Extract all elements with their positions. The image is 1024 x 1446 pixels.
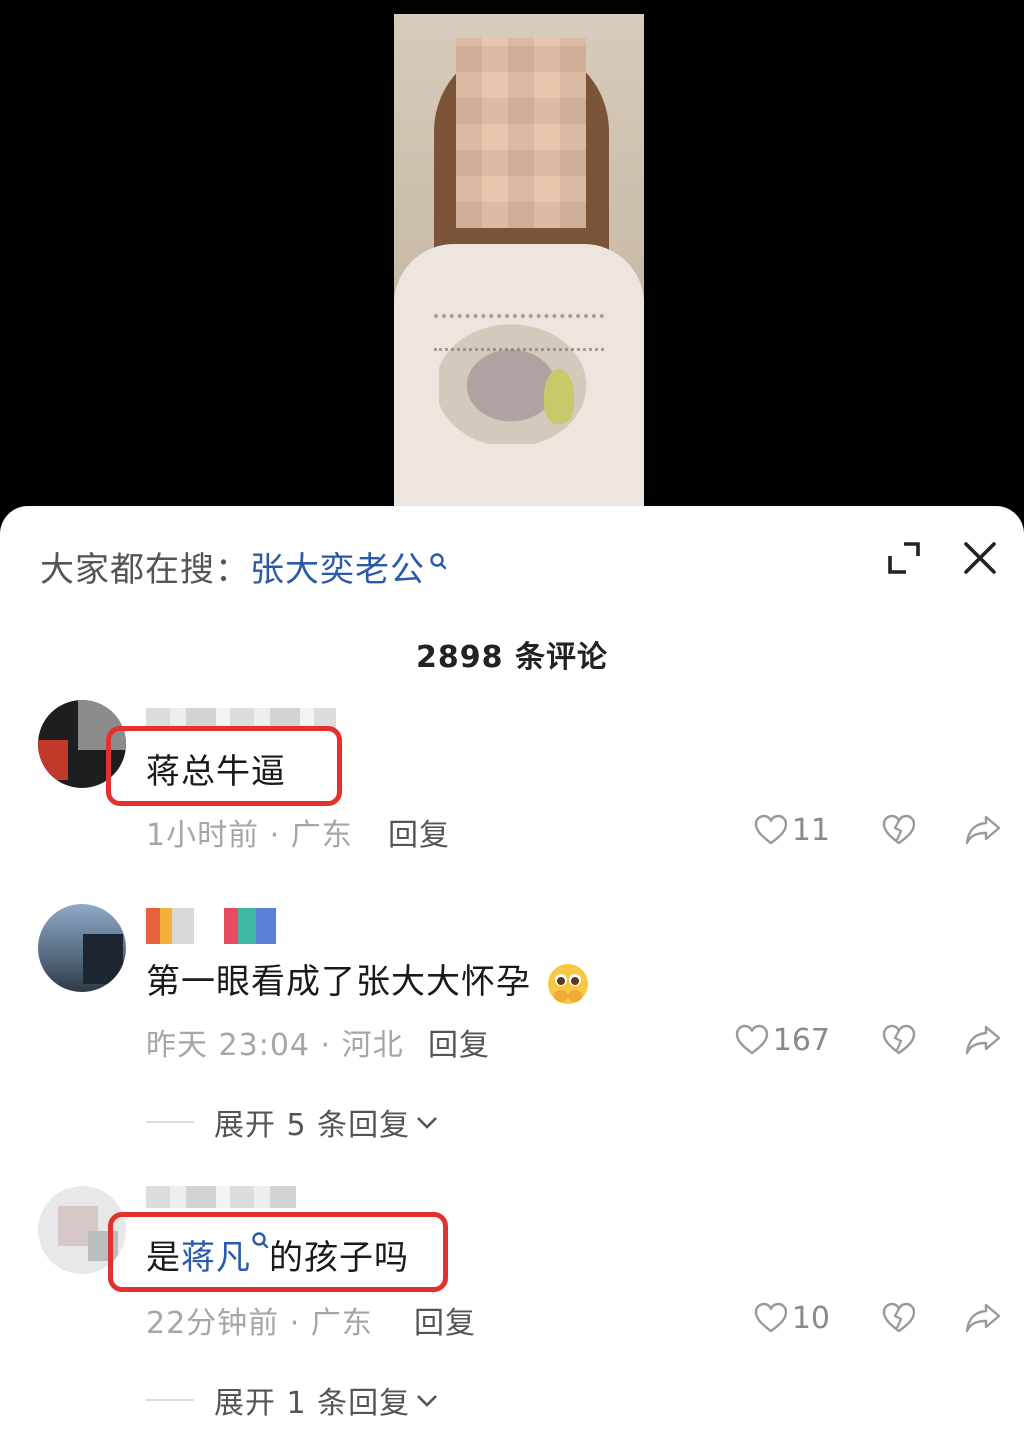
heart-outline-icon: [735, 1024, 768, 1055]
trending-search-label: 大家都在搜：: [40, 549, 250, 590]
username-blurred[interactable]: [146, 1186, 296, 1208]
divider: [146, 1399, 194, 1401]
expand-icon[interactable]: [882, 536, 926, 580]
trending-search-bar[interactable]: 大家都在搜： 张大奕老公: [40, 542, 447, 590]
broken-heart-icon[interactable]: [882, 1302, 916, 1334]
video-frame[interactable]: [394, 14, 644, 509]
comment-count: 2898 条评论: [416, 640, 608, 675]
expand-replies-button[interactable]: 展开 5 条回复: [146, 1102, 440, 1143]
comment-time-location: 1小时前 · 广东: [146, 818, 353, 853]
search-link[interactable]: 蒋凡: [181, 1238, 251, 1278]
comment-time-location: 22分钟前 · 广东: [146, 1306, 373, 1341]
search-icon: [429, 551, 447, 581]
comment-item: 第一眼看成了张大大怀孕 昨天 23:04 · 河北 回复 167 展开 5 条回…: [0, 904, 1024, 1154]
trending-search-term[interactable]: 张大奕老公: [250, 542, 425, 591]
comment-text-prefix: 是: [146, 1238, 181, 1278]
pleading-face-emoji-icon: [547, 963, 588, 1004]
comment-actions: 11: [754, 810, 1002, 850]
like-count: 11: [791, 812, 830, 848]
comment-sheet: 大家都在搜： 张大奕老公 2898 条评论 蒋总牛逼 1小时前 · 广东 回复: [0, 506, 1024, 1446]
comment-text-content: 第一眼看成了张大大怀孕: [146, 962, 531, 1002]
reply-button[interactable]: 回复: [388, 810, 450, 854]
comment-text: 是蒋凡 的孩子吗: [146, 1230, 409, 1279]
video-shirt-lettering: [434, 314, 604, 351]
reply-button[interactable]: 回复: [414, 1298, 476, 1342]
comment-text: 第一眼看成了张大大怀孕: [146, 954, 591, 1007]
comment-text: 蒋总牛逼: [146, 752, 286, 792]
comment-time-location: 昨天 23:04 · 河北: [146, 1028, 404, 1063]
divider: [146, 1121, 194, 1123]
like-count: 10: [791, 1300, 830, 1336]
video-shirt-bird: [544, 369, 574, 424]
comment-item: 蒋总牛逼 1小时前 · 广东 回复 11: [0, 696, 1024, 896]
chevron-down-icon: [417, 1395, 438, 1407]
comment-actions: 167: [735, 1020, 1002, 1060]
broken-heart-icon[interactable]: [882, 814, 916, 846]
expand-replies-button[interactable]: 展开 1 条回复: [146, 1380, 440, 1421]
comment-text-suffix: 的孩子吗: [269, 1238, 409, 1278]
share-arrow-icon[interactable]: [964, 814, 1002, 846]
heart-outline-icon: [754, 814, 788, 845]
username-blurred[interactable]: [146, 908, 276, 944]
comment-actions: 10: [754, 1298, 1002, 1338]
share-arrow-icon[interactable]: [964, 1302, 1002, 1334]
avatar[interactable]: [38, 904, 126, 992]
expand-replies-label: 展开 1 条回复: [214, 1386, 411, 1421]
like-button[interactable]: 167: [735, 1023, 830, 1058]
share-arrow-icon[interactable]: [964, 1024, 1002, 1056]
pixelated-face: [456, 38, 586, 228]
heart-outline-icon: [754, 1302, 788, 1333]
reply-button[interactable]: 回复: [428, 1020, 490, 1064]
broken-heart-icon[interactable]: [882, 1024, 916, 1056]
like-button[interactable]: 11: [754, 813, 830, 848]
video-player[interactable]: [0, 0, 1024, 530]
like-count: 167: [772, 1022, 830, 1058]
search-icon: [252, 1232, 269, 1249]
close-icon[interactable]: [958, 536, 1002, 580]
chevron-down-icon: [417, 1117, 438, 1129]
like-button[interactable]: 10: [754, 1301, 830, 1336]
expand-replies-label: 展开 5 条回复: [214, 1108, 411, 1143]
comment-item: 是蒋凡 的孩子吗 22分钟前 · 广东 回复 10 展开 1 条回复: [0, 1182, 1024, 1432]
